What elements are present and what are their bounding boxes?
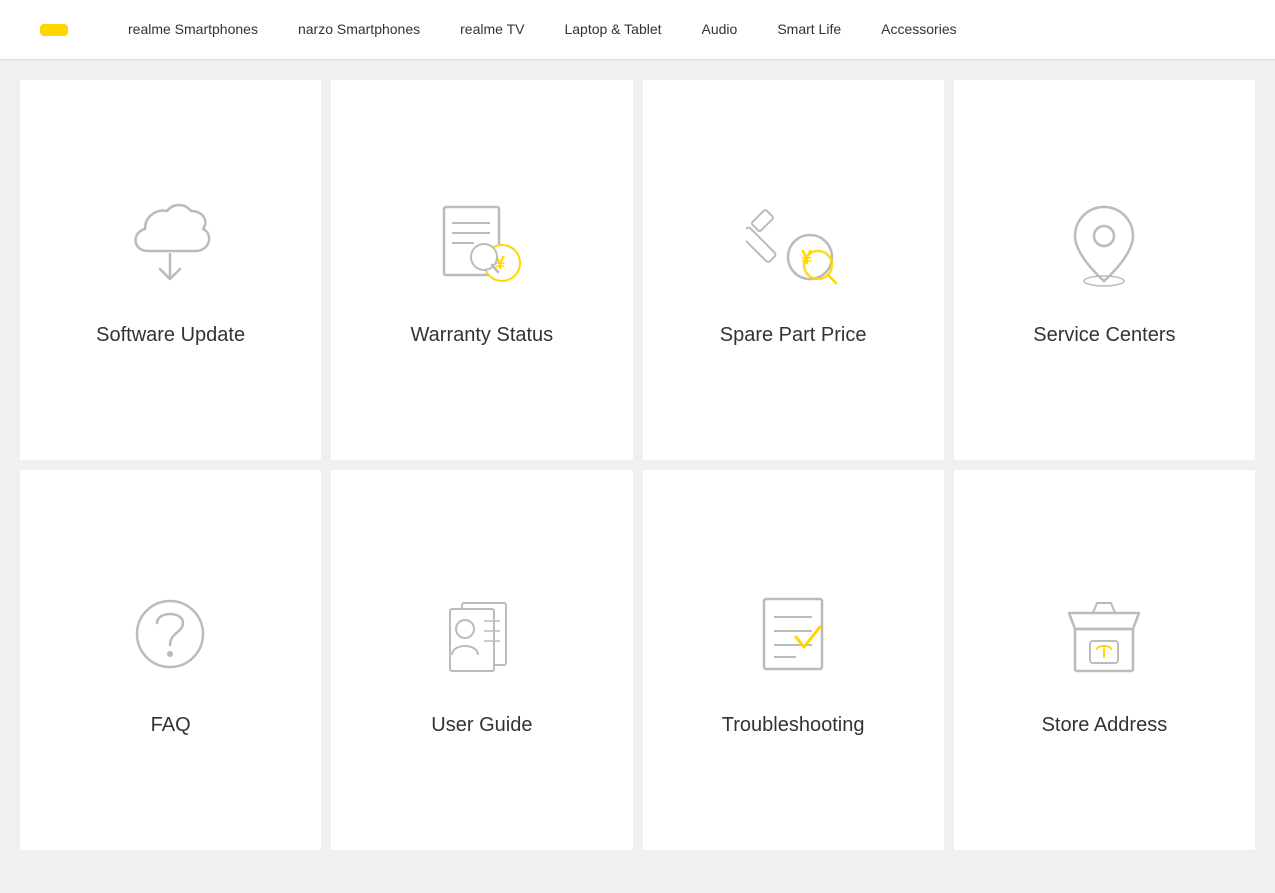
card-faq[interactable]: FAQ [20,470,321,850]
card-label-spare-part-price: Spare Part Price [720,324,867,347]
nav-audio[interactable]: Audio [702,21,738,39]
logo[interactable] [40,24,68,36]
card-software-update[interactable]: Software Update [20,80,321,460]
card-label-service-centers: Service Centers [1033,324,1175,347]
location-icon [1054,194,1154,294]
user-guide-icon [432,584,532,684]
card-label-user-guide: User Guide [431,714,532,737]
nav-smart-life[interactable]: Smart Life [777,21,841,39]
spare-part-icon: ¥ [743,194,843,294]
card-troubleshooting[interactable]: Troubleshooting [643,470,944,850]
cloud-download-icon [121,194,221,294]
question-icon [121,584,221,684]
troubleshooting-icon [743,584,843,684]
nav: realme Smartphones narzo Smartphones realm… [128,21,957,39]
card-label-faq: FAQ [151,714,191,737]
card-label-store-address: Store Address [1042,714,1168,737]
store-icon [1054,584,1154,684]
card-label-software-update: Software Update [96,324,245,347]
card-store-address[interactable]: Store Address [954,470,1255,850]
card-warranty-status[interactable]: ¥ Warranty Status [331,80,632,460]
nav-laptop-tablet[interactable]: Laptop & Tablet [564,21,661,39]
card-label-warranty-status: Warranty Status [411,324,554,347]
nav-accessories[interactable]: Accessories [881,21,956,39]
card-service-centers[interactable]: Service Centers [954,80,1255,460]
header: realme Smartphones narzo Smartphones realm… [0,0,1275,60]
nav-realme-smartphones[interactable]: realme Smartphones [128,21,258,39]
card-spare-part-price[interactable]: ¥ Spare Part Price [643,80,944,460]
nav-realme-tv[interactable]: realme TV [460,21,524,39]
nav-narzo-smartphones[interactable]: narzo Smartphones [298,21,420,39]
card-label-troubleshooting: Troubleshooting [722,714,865,737]
main-grid: Software Update ¥ Warranty Status ¥ S [0,60,1275,870]
warranty-icon: ¥ [432,194,532,294]
card-user-guide[interactable]: User Guide [331,470,632,850]
